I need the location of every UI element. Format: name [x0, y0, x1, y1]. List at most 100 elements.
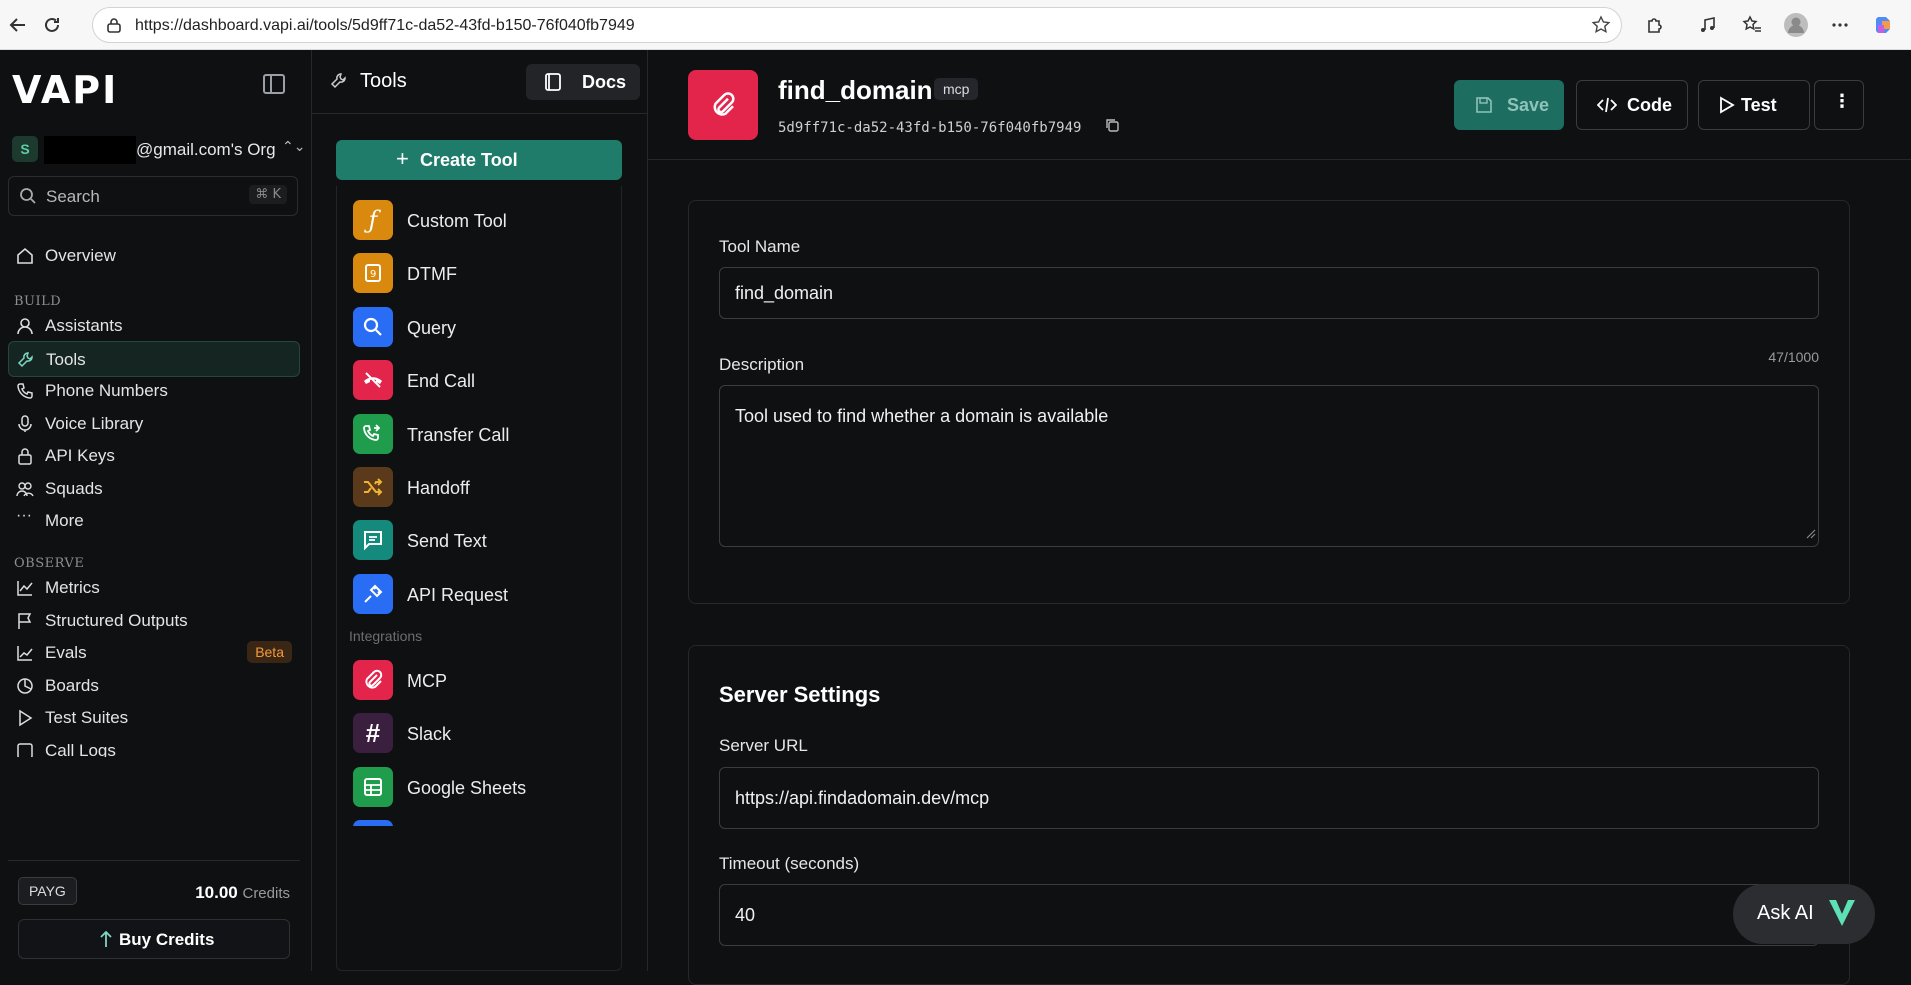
nav-metrics[interactable]: Metrics [8, 570, 300, 606]
search-icon [19, 187, 37, 210]
site-info-icon[interactable] [105, 16, 123, 39]
nav-tools[interactable]: Tools [8, 341, 300, 377]
code-button[interactable]: Code [1576, 80, 1688, 130]
music-icon[interactable] [1694, 11, 1722, 39]
favorites-icon[interactable] [1738, 11, 1766, 39]
nav-voice-library[interactable]: Voice Library [8, 406, 300, 442]
copilot-icon[interactable] [1870, 11, 1898, 39]
integration-google-sheets[interactable]: Google Sheets [337, 753, 621, 813]
function-icon: ƒ [353, 200, 393, 240]
integration-mcp[interactable]: MCP [337, 646, 621, 706]
nav-phone-numbers[interactable]: Phone Numbers [8, 373, 300, 409]
tool-type-label: Send Text [407, 531, 487, 551]
tool-name-input[interactable]: find_domain [719, 267, 1819, 319]
paperclip-icon [353, 660, 393, 700]
nav-more[interactable]: ··· More [8, 503, 300, 539]
hash-icon: # [353, 713, 393, 753]
profile-avatar-icon[interactable] [1782, 11, 1810, 39]
resize-handle-icon[interactable] [1806, 526, 1816, 544]
play-icon [16, 709, 34, 727]
flag-icon [16, 612, 34, 630]
save-label: Save [1507, 95, 1550, 115]
org-switcher[interactable]: S @gmail.com's Org ⌃⌄ [12, 136, 306, 166]
tool-type-custom[interactable]: ƒ Custom Tool [337, 186, 621, 246]
search-shortcut: ⌘ K [249, 185, 287, 204]
code-label: Code [1627, 95, 1672, 115]
docs-button[interactable]: Docs [526, 64, 640, 100]
tool-type-query[interactable]: Query [337, 293, 621, 353]
nav-test-suites[interactable]: Test Suites [8, 700, 300, 736]
code-icon [1596, 96, 1618, 119]
microphone-icon [16, 415, 34, 433]
nav-label: Squads [45, 479, 103, 498]
nav-label: Assistants [45, 316, 123, 335]
tools-panel: Tools Docs + Create Tool ƒ Custom Tool 9… [312, 50, 648, 971]
tool-type-transfer-call[interactable]: Transfer Call [337, 400, 621, 460]
phone-off-icon [353, 360, 393, 400]
buy-credits-button[interactable]: Buy Credits [18, 919, 290, 959]
nav-boards[interactable]: Boards [8, 668, 300, 704]
nav-evals[interactable]: Evals Beta [8, 635, 300, 671]
nav-assistants[interactable]: Assistants [8, 308, 300, 344]
server-settings-title: Server Settings [719, 682, 881, 707]
tool-editor: find_domain mcp 5d9ff71c-da52-43fd-b150-… [648, 50, 1911, 985]
test-label: Test [1741, 95, 1777, 115]
lock-icon [16, 447, 34, 465]
spreadsheet-icon [353, 767, 393, 807]
search-placeholder: Search [46, 187, 100, 206]
reload-icon[interactable] [38, 11, 66, 39]
tool-type-dtmf[interactable]: 9 DTMF [337, 239, 621, 299]
tool-type-label: Google Sheets [407, 778, 527, 798]
nav-label: API Keys [45, 446, 115, 465]
integration-calendar[interactable] [337, 806, 621, 826]
nav-label: Boards [45, 676, 99, 695]
tool-type-handoff[interactable]: Handoff [337, 453, 621, 513]
tool-type-send-text[interactable]: Send Text [337, 506, 621, 566]
server-url-input[interactable]: https://api.findadomain.dev/mcp [719, 767, 1819, 829]
wrench-icon [330, 72, 348, 95]
nav-call-logs[interactable]: Call Logs [8, 733, 300, 757]
timeout-input[interactable]: 40 [719, 884, 1819, 946]
extensions-icon[interactable] [1640, 11, 1668, 39]
tools-header: Tools Docs [312, 50, 648, 114]
tool-type-list: ƒ Custom Tool 9 DTMF Query End Call Tran… [336, 186, 622, 971]
browser-toolbar: https://dashboard.vapi.ai/tools/5d9ff71c… [0, 0, 1911, 50]
nav-label: Tools [46, 350, 86, 369]
plus-icon: + [396, 146, 409, 171]
search-input[interactable]: Search ⌘ K [8, 176, 298, 216]
beta-badge: Beta [247, 641, 292, 663]
nav-label: Voice Library [45, 414, 144, 433]
nav-overview[interactable]: Overview [8, 238, 300, 274]
pie-chart-icon [16, 677, 34, 695]
integrations-section-label: Integrations [349, 628, 423, 644]
description-textarea[interactable]: Tool used to find whether a domain is av… [719, 385, 1819, 547]
trend-chart-icon [16, 644, 34, 662]
sidebar-toggle-icon[interactable] [263, 74, 285, 94]
create-tool-button[interactable]: + Create Tool [336, 140, 622, 180]
buy-credits-label: Buy Credits [119, 930, 215, 949]
copy-icon[interactable] [1104, 117, 1120, 138]
ask-ai-button[interactable]: Ask AI [1733, 884, 1875, 944]
address-bar[interactable]: https://dashboard.vapi.ai/tools/5d9ff71c… [92, 7, 1622, 43]
tool-type-end-call[interactable]: End Call [337, 346, 621, 406]
calendar-icon [353, 820, 393, 826]
docs-label: Docs [582, 72, 627, 92]
credits-balance: 10.00 Credits [195, 883, 290, 903]
tool-type-api-request[interactable]: API Request [337, 560, 621, 620]
book-icon [544, 72, 562, 97]
nav-squads[interactable]: Squads [8, 471, 300, 507]
save-button[interactable]: Save [1454, 80, 1564, 130]
browser-menu-icon[interactable] [1826, 11, 1854, 39]
vapi-logo[interactable]: VAPI [12, 68, 118, 112]
integration-slack[interactable]: # Slack [337, 699, 621, 759]
chevron-updown-icon: ⌃⌄ [282, 138, 306, 154]
favorite-star-icon[interactable] [1591, 15, 1611, 40]
test-button[interactable]: Test [1698, 80, 1810, 130]
nav-api-keys[interactable]: API Keys [8, 438, 300, 474]
more-options-button[interactable]: ⋮ [1814, 80, 1864, 130]
create-tool-label: Create Tool [420, 150, 518, 170]
nav-label: Phone Numbers [45, 381, 168, 400]
nav-label: Call Logs [45, 741, 116, 757]
back-icon[interactable] [4, 11, 32, 39]
nav-structured-outputs[interactable]: Structured Outputs [8, 603, 300, 639]
